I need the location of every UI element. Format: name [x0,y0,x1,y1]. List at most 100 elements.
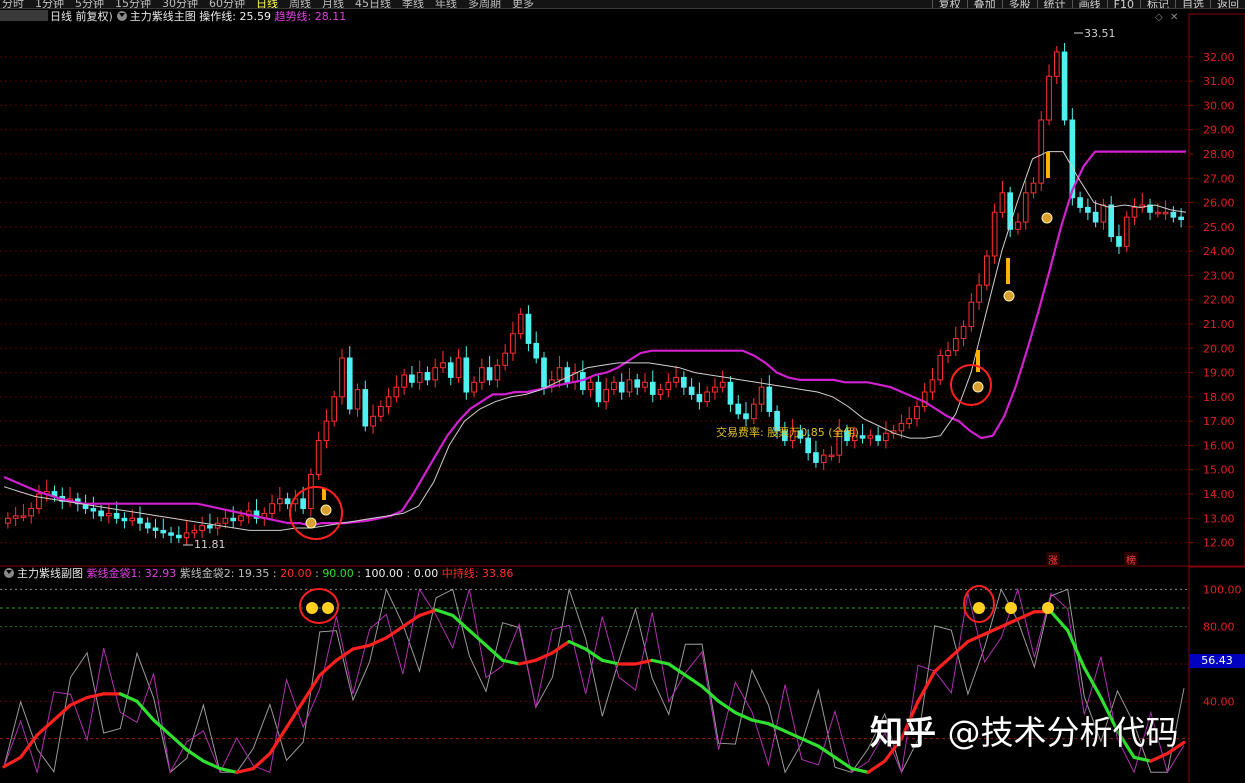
gold-signal-bar-1 [1006,258,1010,284]
candle-body-78 [611,381,617,391]
mid-hold-segment-64 [1049,610,1070,633]
candle-body-48 [378,406,384,417]
candle-body-67 [525,313,532,344]
candle-body-87 [681,376,687,388]
candle-body-89 [696,393,703,403]
candle-body-92 [719,381,726,388]
mid-hold-segment-20 [318,658,338,677]
candle-body-12 [98,510,104,517]
candle-body-112 [875,435,881,442]
price-tick-label-8: 20.00 [1203,342,1235,355]
candle-body-65 [510,333,516,354]
candle-body-45 [354,389,361,410]
candle-body-46 [362,389,369,427]
mid-hold-segment-22 [351,643,372,651]
candle-body-51 [401,374,407,388]
candle-body-134 [1046,75,1052,121]
right-tag-bang[interactable]: 榜 [1124,552,1138,567]
mid-hold-segment-62 [1016,610,1037,621]
candle-body-85 [665,381,672,391]
candle-body-133 [1038,119,1045,184]
candle-body-145 [1131,206,1138,218]
candle-body-111 [867,435,874,439]
chart-diamond-icon[interactable]: ◇ [1155,12,1163,23]
candle-body-28 [222,517,229,524]
chart-close-icon[interactable]: ✕ [1170,12,1178,23]
watermark-handle: @技术分析代码 [947,713,1179,752]
candle-body-76 [595,381,602,403]
mid-hold-segment-2 [19,733,39,759]
candle-body-83 [649,381,656,395]
candle-body-138 [1077,197,1083,208]
candle-body-82 [642,381,648,388]
mid-hold-segment-40 [650,658,671,666]
candle-body-95 [743,413,749,420]
candle-body-43 [339,357,345,398]
right-tag-zhang[interactable]: 涨 [1046,552,1060,567]
watermark: 知乎 @技术分析代码 [870,706,1179,754]
candle-body-116 [906,418,913,425]
candle-body-126 [984,255,990,286]
price-tick-label-1: 13.00 [1203,512,1235,525]
gold-signal-bar-3 [1046,152,1050,178]
money-bag-icon-4 [1041,212,1053,224]
candle-body-94 [735,403,742,415]
mid-hold-segment-45 [733,710,754,722]
candle-body-61 [479,367,485,383]
candle-body-113 [883,432,889,442]
mid-hold-segment-60 [982,625,1003,636]
candle-body-81 [634,379,641,388]
money-bag-icon-1 [320,504,332,516]
price-tick-label-10: 22.00 [1203,294,1235,307]
candle-body-62 [486,367,493,381]
candle-body-40 [315,440,322,476]
candle-body-93 [727,381,734,405]
candle-body-68 [533,342,540,359]
candle-body-42 [331,396,338,422]
mid-hold-segment-23 [368,636,388,647]
price-tick-label-2: 14.00 [1203,488,1235,501]
candle-body-135 [1053,51,1060,77]
candle-body-55 [432,367,439,381]
candle-body-29 [230,517,237,522]
candle-body-123 [960,325,967,340]
candle-body-54 [424,372,431,381]
price-high-label: 33.51 [1084,27,1116,40]
candle-body-149 [1162,211,1169,215]
candle-body-38 [300,498,306,510]
mid-hold-segment-41 [667,662,688,677]
candle-body-71 [556,367,563,381]
candle-body-41 [323,420,330,442]
candle-body-144 [1123,216,1130,247]
mid-hold-segment-11 [168,733,189,752]
mid-hold-segment-61 [999,617,1020,629]
candle-body-79 [618,381,625,393]
mid-hold-segment-6 [85,692,106,700]
candle-body-141 [1100,204,1107,223]
mid-hold-segment-49 [800,737,820,748]
candle-body-121 [945,350,951,357]
gold-signal-bar-2 [976,350,980,372]
mid-hold-segment-56 [916,669,937,703]
mid-hold-segment-53 [866,759,887,774]
candle-body-14 [113,512,120,519]
price-tick-label-13: 25.00 [1203,221,1235,234]
stock-chart-canvas[interactable]: 12.00 13.00 14.00 15.00 16.00 17.00 18.00 19.00… [0,0,1245,783]
price-tick-label-17: 29.00 [1203,124,1235,137]
candle-body-72 [564,367,571,383]
candle-body-118 [921,391,928,408]
mid-hold-segment-66 [1082,666,1103,700]
candle-body-136 [1061,51,1068,121]
mid-hold-segment-18 [284,699,305,730]
candle-body-115 [898,423,905,432]
price-tick-label-18: 30.00 [1203,99,1235,112]
signal-highlight-circle-1 [289,486,343,540]
mid-hold-segment-59 [966,632,987,644]
candle-body-80 [626,379,633,393]
candle-body-19 [152,527,159,531]
candle-body-26 [207,525,213,529]
candle-body-105 [820,454,827,463]
price-tick-label-11: 23.00 [1203,269,1235,282]
candle-body-119 [929,379,936,393]
candle-body-84 [657,389,664,395]
